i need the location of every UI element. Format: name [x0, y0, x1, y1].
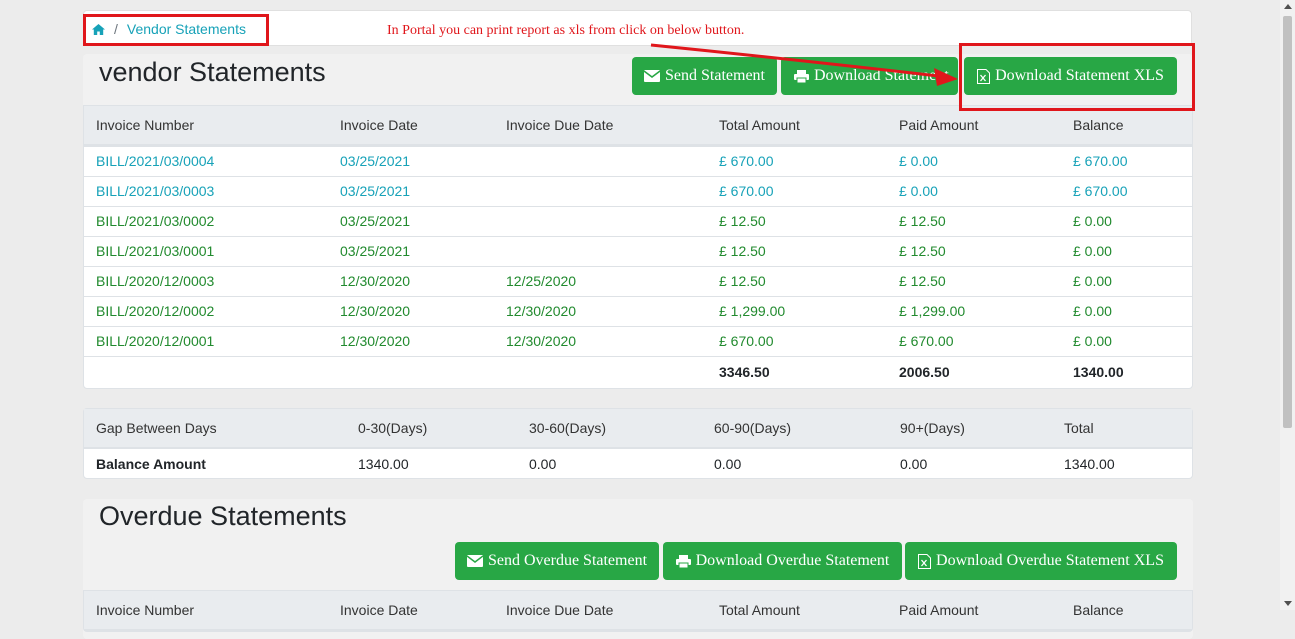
aging-90-plus: 0.00	[900, 456, 928, 472]
download-overdue-statement-xls-button[interactable]: Download Overdue Statement XLS	[905, 542, 1177, 580]
aging-60-90: 0.00	[714, 456, 742, 472]
overdue-title: Overdue Statements	[99, 501, 347, 531]
column-header: 30-60(Days)	[529, 420, 607, 436]
excel-file-icon	[918, 553, 932, 569]
column-header: Total	[1064, 420, 1094, 436]
download-overdue-statement-button[interactable]: Download Overdue Statement	[663, 542, 902, 580]
column-header: Total Amount	[719, 602, 800, 618]
table-row: Balance Amount 1340.00 0.00 0.00 0.00 13…	[84, 449, 1192, 479]
printer-icon	[675, 554, 691, 568]
overdue-statement-table: Invoice Number Invoice Date Invoice Due …	[83, 590, 1193, 632]
table-header: Invoice Number Invoice Date Invoice Due …	[84, 591, 1192, 631]
column-header: 0-30(Days)	[358, 420, 428, 436]
table-header: Gap Between Days 0-30(Days) 30-60(Days) …	[84, 409, 1192, 449]
aging-30-60: 0.00	[529, 456, 557, 472]
row-label: Balance Amount	[96, 456, 206, 472]
column-header: 60-90(Days)	[714, 420, 792, 436]
aging-total: 1340.00	[1064, 456, 1115, 472]
column-header: Invoice Due Date	[506, 602, 614, 618]
column-header: 90+(Days)	[900, 420, 965, 436]
aging-table: Gap Between Days 0-30(Days) 30-60(Days) …	[83, 408, 1193, 479]
column-header: Paid Amount	[899, 602, 979, 618]
download-overdue-statement-xls-label: Download Overdue Statement XLS	[936, 552, 1164, 569]
column-header: Balance	[1073, 602, 1124, 618]
send-overdue-statement-label: Send Overdue Statement	[487, 552, 648, 569]
envelope-icon	[466, 555, 483, 567]
overdue-statements-panel: Overdue Statements Send Overdue Statemen…	[83, 499, 1193, 639]
send-overdue-statement-button[interactable]: Send Overdue Statement	[455, 542, 659, 580]
column-header: Invoice Date	[340, 602, 418, 618]
aging-0-30: 1340.00	[358, 456, 409, 472]
column-header: Gap Between Days	[96, 420, 217, 436]
column-header: Invoice Number	[96, 602, 195, 618]
download-overdue-statement-label: Download Overdue Statement	[695, 552, 890, 569]
